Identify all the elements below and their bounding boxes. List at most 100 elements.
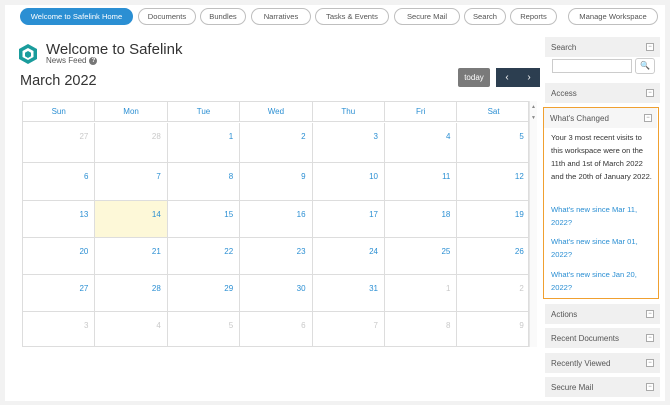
calendar-day-number[interactable]: 1	[446, 284, 450, 293]
whats-new-link-mar-11[interactable]: What's new since Mar 11, 2022?	[551, 203, 655, 229]
tab-bundles[interactable]: Bundles	[200, 8, 246, 25]
calendar-day-number[interactable]: 24	[369, 247, 378, 256]
tab-narratives[interactable]: Narratives	[251, 8, 311, 25]
calendar-day-cell[interactable]: 1	[385, 275, 458, 312]
calendar-day-cell[interactable]: 24	[312, 238, 385, 275]
calendar-day-number[interactable]: 27	[79, 284, 88, 293]
calendar-day-cell[interactable]: 9	[457, 312, 529, 347]
sidebar-search-button[interactable]: 🔍	[635, 58, 655, 74]
calendar-day-cell[interactable]: 11	[385, 163, 458, 201]
tab-documents[interactable]: Documents	[138, 8, 196, 25]
calendar-day-cell[interactable]: 28	[95, 275, 168, 312]
sidebar-section-secure-mail[interactable]: Secure Mail −	[545, 377, 660, 397]
calendar-day-cell[interactable]: 25	[385, 238, 458, 275]
calendar-day-cell[interactable]: 7	[313, 312, 385, 347]
collapse-icon[interactable]: −	[646, 89, 654, 97]
collapse-icon[interactable]: −	[646, 383, 654, 391]
calendar-day-number[interactable]: 12	[515, 172, 524, 181]
sidebar-section-access[interactable]: Access −	[545, 83, 660, 103]
calendar-day-cell[interactable]: 5	[168, 312, 241, 347]
calendar-day-number[interactable]: 4	[156, 321, 160, 330]
collapse-icon[interactable]: −	[646, 359, 654, 367]
calendar-day-number[interactable]: 28	[152, 132, 161, 141]
calendar-day-number[interactable]: 28	[152, 284, 161, 293]
calendar-day-cell[interactable]: 12	[457, 163, 530, 201]
collapse-icon[interactable]: −	[646, 310, 654, 318]
calendar-day-cell[interactable]: 29	[167, 275, 241, 312]
calendar-day-cell[interactable]: 23	[240, 238, 313, 275]
calendar-day-number[interactable]: 4	[446, 132, 450, 141]
sidebar-section-actions[interactable]: Actions −	[545, 304, 660, 324]
sidebar-section-recently-viewed[interactable]: Recently Viewed −	[545, 353, 660, 373]
calendar-day-cell[interactable]: 13	[23, 201, 96, 238]
calendar-day-number[interactable]: 21	[152, 247, 161, 256]
calendar-day-number[interactable]: 9	[519, 321, 523, 330]
calendar-day-cell[interactable]: 9	[240, 163, 313, 201]
tab-tasks-events[interactable]: Tasks & Events	[315, 8, 389, 25]
calendar-day-cell[interactable]: 14	[95, 201, 168, 238]
collapse-icon[interactable]: −	[644, 114, 652, 122]
calendar-day-cell[interactable]: 22	[167, 238, 241, 275]
calendar-day-number[interactable]: 2	[519, 284, 523, 293]
calendar-day-number[interactable]: 3	[84, 321, 88, 330]
calendar-day-number[interactable]: 18	[441, 210, 450, 219]
calendar-day-cell[interactable]: 26	[457, 238, 530, 275]
calendar-day-number[interactable]: 3	[374, 132, 378, 141]
calendar-day-cell[interactable]: 6	[240, 312, 313, 347]
calendar-day-number[interactable]: 25	[441, 247, 450, 256]
calendar-day-number[interactable]: 5	[519, 132, 523, 141]
scroll-up-icon[interactable]: ▲	[531, 104, 536, 110]
collapse-icon[interactable]: −	[646, 334, 654, 342]
calendar-day-number[interactable]: 7	[374, 321, 378, 330]
calendar-day-number[interactable]: 11	[442, 172, 450, 181]
calendar-day-cell[interactable]: 7	[95, 163, 168, 201]
calendar-day-number[interactable]: 9	[301, 172, 305, 181]
tab-welcome-home[interactable]: Welcome to Safelink Home	[20, 8, 133, 25]
calendar-scrollbar[interactable]: ▲ ▼	[529, 101, 537, 347]
calendar-day-number[interactable]: 19	[515, 210, 524, 219]
calendar-day-cell[interactable]: 4	[385, 123, 458, 163]
calendar-day-cell[interactable]: 6	[23, 163, 96, 201]
tab-reports[interactable]: Reports	[510, 8, 557, 25]
calendar-day-number[interactable]: 16	[297, 210, 306, 219]
next-month-button[interactable]: ›	[518, 68, 540, 87]
calendar-day-number[interactable]: 22	[224, 247, 233, 256]
calendar-day-cell[interactable]: 5	[457, 123, 530, 163]
whats-changed-header[interactable]: What's Changed −	[544, 108, 657, 128]
calendar-day-number[interactable]: 2	[301, 132, 305, 141]
calendar-day-cell[interactable]: 10	[312, 163, 385, 201]
calendar-day-cell[interactable]: 30	[240, 275, 313, 312]
calendar-day-number[interactable]: 13	[79, 210, 88, 219]
calendar-day-number[interactable]: 15	[224, 210, 233, 219]
calendar-day-cell[interactable]: 21	[95, 238, 168, 275]
calendar-day-number[interactable]: 20	[79, 247, 88, 256]
calendar-day-number[interactable]: 23	[297, 247, 306, 256]
calendar-day-number[interactable]: 7	[156, 172, 160, 181]
sidebar-section-recent-documents[interactable]: Recent Documents −	[545, 328, 660, 348]
calendar-day-cell[interactable]: 4	[95, 312, 168, 347]
calendar-day-cell[interactable]: 2	[240, 123, 313, 163]
calendar-day-number[interactable]: 1	[229, 132, 233, 141]
collapse-icon[interactable]: −	[646, 43, 654, 51]
calendar-day-number[interactable]: 5	[229, 321, 233, 330]
calendar-day-cell[interactable]: 27	[23, 275, 96, 312]
calendar-day-number[interactable]: 30	[297, 284, 306, 293]
calendar-day-number[interactable]: 8	[446, 321, 450, 330]
calendar-day-number[interactable]: 29	[224, 284, 233, 293]
whats-new-link-mar-01[interactable]: What's new since Mar 01, 2022?	[551, 235, 655, 261]
calendar-day-cell[interactable]: 28	[95, 123, 168, 163]
sidebar-section-search[interactable]: Search −	[545, 37, 660, 57]
calendar-day-cell[interactable]: 1	[167, 123, 241, 163]
calendar-day-cell[interactable]: 31	[312, 275, 385, 312]
calendar-day-cell[interactable]: 8	[167, 163, 241, 201]
calendar-day-cell[interactable]: 20	[23, 238, 96, 275]
today-button[interactable]: today	[458, 68, 490, 87]
calendar-day-cell[interactable]: 17	[312, 201, 385, 238]
scroll-down-icon[interactable]: ▼	[531, 115, 536, 121]
tab-secure-mail[interactable]: Secure Mail	[394, 8, 460, 25]
calendar-day-number[interactable]: 14	[152, 210, 161, 219]
calendar-day-number[interactable]: 10	[369, 172, 378, 181]
manage-workspace-button[interactable]: Manage Workspace	[568, 8, 658, 25]
calendar-day-number[interactable]: 6	[84, 172, 88, 181]
calendar-day-cell[interactable]: 2	[457, 275, 530, 312]
